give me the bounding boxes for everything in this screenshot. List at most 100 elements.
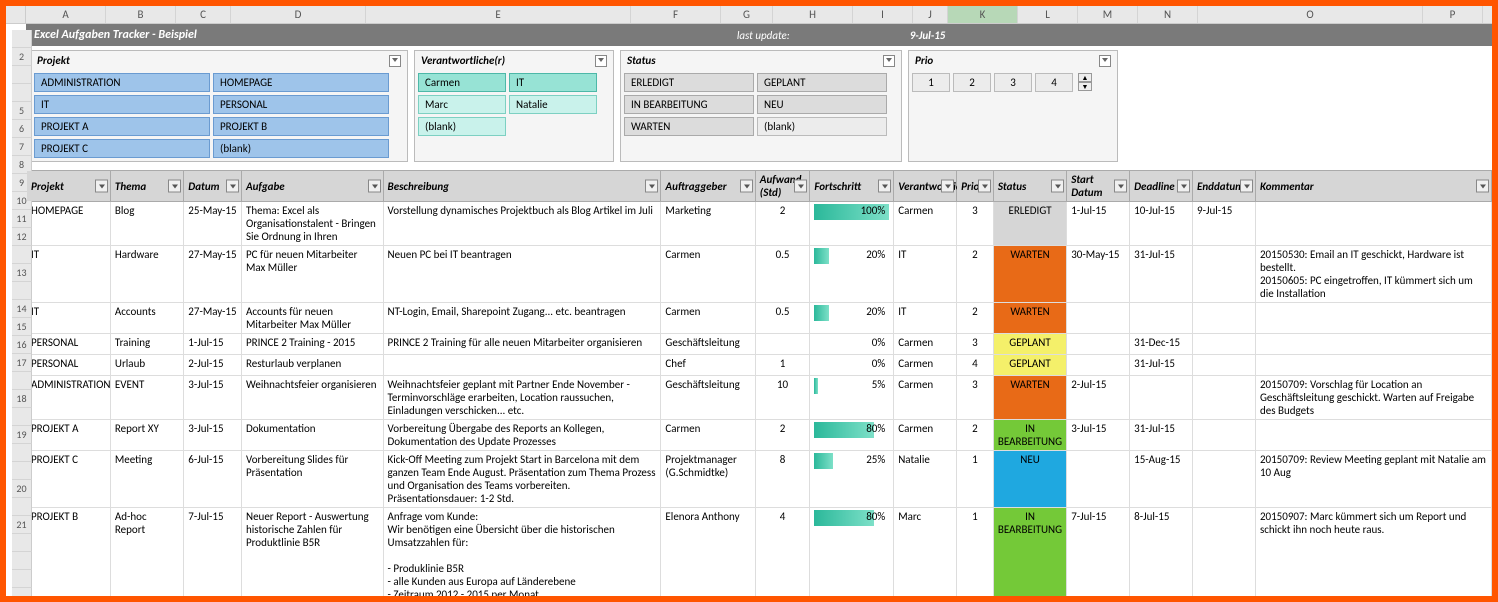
filter-dropdown-icon[interactable] xyxy=(1051,180,1064,193)
slicer-item[interactable]: ADMINISTRATION xyxy=(34,73,210,92)
cell[interactable]: Carmen xyxy=(661,303,755,334)
cell[interactable]: Carmen xyxy=(894,334,957,355)
cell[interactable] xyxy=(1193,355,1256,376)
cell[interactable]: 0.5 xyxy=(755,246,810,303)
filter-dropdown-icon[interactable] xyxy=(978,180,991,193)
col-header-D[interactable]: D xyxy=(231,6,366,23)
filter-icon[interactable] xyxy=(883,55,895,67)
cell[interactable]: 2 xyxy=(957,420,994,451)
table-header-cell[interactable]: Auftraggeber xyxy=(661,171,755,202)
row-header[interactable] xyxy=(12,84,32,102)
filter-dropdown-icon[interactable] xyxy=(794,180,807,193)
row-header[interactable]: 12 xyxy=(12,228,32,246)
slicer-item[interactable]: PERSONAL xyxy=(213,95,389,114)
cell[interactable]: 2 xyxy=(755,420,810,451)
cell[interactable] xyxy=(1193,303,1256,334)
table-header-cell[interactable]: Enddatum xyxy=(1193,171,1256,202)
cell[interactable]: 3-Jul-15 xyxy=(184,376,242,420)
row-header[interactable] xyxy=(12,30,32,48)
slicer-item[interactable]: Natalie xyxy=(509,95,597,114)
spin-up-icon[interactable]: ▲ xyxy=(1078,73,1092,82)
cell[interactable] xyxy=(1067,451,1130,508)
cell[interactable] xyxy=(1193,376,1256,420)
cell[interactable]: 20150709: Vorschlag für Location an Gesc… xyxy=(1255,376,1491,420)
cell[interactable]: 3-Jul-15 xyxy=(184,420,242,451)
cell[interactable]: 2 xyxy=(755,202,810,246)
cell[interactable]: 4 xyxy=(957,355,994,376)
status-cell[interactable]: IN BEARBEITUNG xyxy=(993,508,1066,602)
filter-dropdown-icon[interactable] xyxy=(226,180,239,193)
slicer-item[interactable]: PROJEKT C xyxy=(34,139,210,158)
progress-cell[interactable]: 25% xyxy=(810,451,894,508)
table-header-cell[interactable]: Datum xyxy=(184,171,242,202)
cell[interactable]: HOMEPAGE xyxy=(27,202,111,246)
cell[interactable]: Urlaub xyxy=(110,355,183,376)
row-header[interactable]: 20 xyxy=(12,480,32,498)
cell[interactable] xyxy=(1255,420,1491,451)
row-header[interactable]: 16 xyxy=(12,336,32,354)
slicer-item[interactable]: ERLEDIGT xyxy=(624,73,754,92)
cell[interactable]: 2-Jul-15 xyxy=(1067,376,1130,420)
cell[interactable]: 7-Jul-15 xyxy=(184,508,242,602)
col-header-L[interactable]: L xyxy=(1018,6,1078,23)
cell[interactable]: 10-Jul-15 xyxy=(1130,202,1193,246)
cell[interactable] xyxy=(1130,303,1193,334)
cell[interactable]: Neuen PC bei IT beantragen xyxy=(383,246,661,303)
cell[interactable]: Ad-hoc Report xyxy=(110,508,183,602)
slicer-item[interactable]: IT xyxy=(509,73,597,92)
cell[interactable]: 9-Jul-15 xyxy=(1193,202,1256,246)
cell[interactable]: Marc xyxy=(894,508,957,602)
slicer-item[interactable]: (blank) xyxy=(213,139,389,158)
cell[interactable]: 7-Jul-15 xyxy=(1067,508,1130,602)
table-header-cell[interactable]: Fortschritt xyxy=(810,171,894,202)
cell[interactable]: EVENT xyxy=(110,376,183,420)
row-header[interactable]: 13 xyxy=(12,264,32,282)
status-cell[interactable]: NEU xyxy=(993,451,1066,508)
cell[interactable]: PROJEKT A xyxy=(27,420,111,451)
table-header-cell[interactable]: Verantwortliche(r) xyxy=(894,171,957,202)
cell[interactable] xyxy=(1255,202,1491,246)
row-header[interactable] xyxy=(12,534,32,552)
cell[interactable]: 1-Jul-15 xyxy=(184,334,242,355)
cell[interactable]: 1-Jul-15 xyxy=(1067,202,1130,246)
table-header-cell[interactable]: Prio xyxy=(957,171,994,202)
cell[interactable]: Carmen xyxy=(661,246,755,303)
filter-dropdown-icon[interactable] xyxy=(1240,180,1253,193)
row-header[interactable]: 7 xyxy=(12,138,32,156)
spin-down-icon[interactable]: ▼ xyxy=(1078,82,1092,91)
select-all-corner[interactable] xyxy=(6,6,26,23)
cell[interactable]: 10 xyxy=(755,376,810,420)
cell[interactable]: PROJEKT C xyxy=(27,451,111,508)
cell[interactable] xyxy=(1193,334,1256,355)
filter-icon[interactable] xyxy=(389,55,401,67)
cell[interactable]: PRINCE 2 Training für alle neuen Mitarbe… xyxy=(383,334,661,355)
col-header-P[interactable]: P xyxy=(1423,6,1483,23)
cell[interactable]: 20150709: Review Meeting geplant mit Nat… xyxy=(1255,451,1491,508)
row-header[interactable] xyxy=(12,246,32,264)
col-header-J[interactable]: J xyxy=(913,6,948,23)
cell[interactable]: 31-Jul-15 xyxy=(1130,246,1193,303)
row-header[interactable] xyxy=(12,408,32,426)
cell[interactable]: 2 xyxy=(957,303,994,334)
cell[interactable] xyxy=(1130,376,1193,420)
status-cell[interactable]: GEPLANT xyxy=(993,355,1066,376)
cell[interactable]: Vorstellung dynamisches Projektbuch als … xyxy=(383,202,661,246)
progress-cell[interactable]: 80% xyxy=(810,420,894,451)
row-header[interactable]: 11 xyxy=(12,210,32,228)
cell[interactable]: Accounts für neuen Mitarbeiter Max Mülle… xyxy=(241,303,383,334)
cell[interactable] xyxy=(1067,334,1130,355)
col-header-M[interactable]: M xyxy=(1078,6,1138,23)
table-header-cell[interactable]: Beschreibung xyxy=(383,171,661,202)
status-cell[interactable]: WARTEN xyxy=(993,303,1066,334)
cell[interactable]: Weihnachtsfeier organisieren xyxy=(241,376,383,420)
col-header-E[interactable]: E xyxy=(366,6,631,23)
cell[interactable]: Training xyxy=(110,334,183,355)
cell[interactable]: 3 xyxy=(957,376,994,420)
row-header[interactable] xyxy=(12,66,32,84)
row-header[interactable]: 21 xyxy=(12,516,32,534)
cell[interactable]: 2-Jul-15 xyxy=(184,355,242,376)
status-cell[interactable]: IN BEARBEITUNG xyxy=(993,420,1066,451)
cell[interactable]: 30-May-15 xyxy=(1067,246,1130,303)
cell[interactable]: Carmen xyxy=(661,420,755,451)
col-header-A[interactable]: A xyxy=(26,6,106,23)
